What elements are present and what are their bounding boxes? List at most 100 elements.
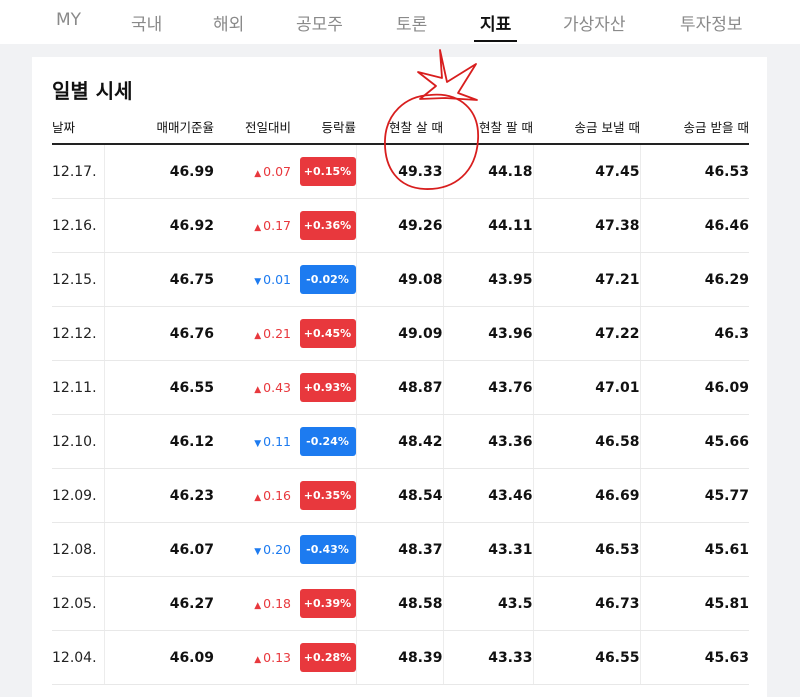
cell-base-rate: 46.27 [103, 576, 214, 631]
col-header-rate: 등락률 [291, 113, 356, 145]
cell-receive: 46.46 [639, 198, 749, 253]
tab-indicators-label: 지표 [480, 15, 512, 35]
cell-base-rate: 46.76 [103, 306, 214, 361]
cell-date: 12.16. [52, 198, 104, 253]
cell-change: ▲ 0.21 [214, 306, 291, 361]
change-value: 0.20 [263, 542, 291, 557]
tab-crypto[interactable]: 가상자산 [563, 10, 626, 35]
cell-cash-sell: 43.46 [442, 468, 533, 523]
cell-change: ▼ 0.20 [214, 522, 291, 577]
cell-cash-buy: 48.87 [355, 360, 443, 415]
cell-base-rate: 46.12 [103, 414, 214, 469]
tab-ipo[interactable]: 공모주 [296, 10, 343, 35]
cell-cash-buy: 49.33 [355, 144, 443, 199]
cell-cash-buy: 48.54 [355, 468, 443, 523]
change-value: 0.17 [263, 218, 291, 233]
rate-badge: +0.36% [299, 211, 356, 240]
cell-cash-buy: 49.08 [355, 252, 443, 307]
cell-date: 12.15. [52, 252, 104, 307]
col-header-change: 전일대비 [214, 113, 291, 145]
cell-send: 47.22 [532, 306, 640, 361]
cell-receive: 45.81 [639, 576, 749, 631]
cell-change: ▲ 0.18 [214, 576, 291, 631]
cell-rate: +0.45% [291, 306, 356, 361]
cell-base-rate: 46.23 [103, 468, 214, 523]
cell-send: 46.55 [532, 630, 640, 685]
change-value: 0.43 [263, 380, 291, 395]
triangle-down-icon: ▼ [254, 547, 262, 557]
cell-cash-buy: 48.39 [355, 630, 443, 685]
cell-base-rate: 46.09 [103, 630, 214, 685]
cell-send: 47.21 [532, 252, 640, 307]
cell-cash-sell: 44.11 [442, 198, 533, 253]
active-tab-underline [474, 40, 518, 42]
rate-badge: +0.35% [299, 481, 356, 510]
cell-cash-sell: 44.18 [442, 144, 533, 199]
table-row: 12.09. 46.23 ▲ 0.16 +0.35% 48.54 43.46 46.69 45.… [52, 468, 749, 523]
tab-domestic[interactable]: 국내 [131, 10, 162, 35]
table-row: 12.08. 46.07 ▼ 0.20 -0.43% 48.37 43.31 46.53 45.… [52, 522, 749, 577]
cell-change: ▲ 0.13 [214, 630, 291, 685]
col-header-cash-sell: 현찰 팔 때 [443, 113, 533, 145]
daily-quotes-table: 날짜 매매기준율 전일대비 등락률 현찰 살 때 현찰 팔 때 송금 보낼 때 … [52, 113, 749, 685]
cell-base-rate: 46.55 [103, 360, 214, 415]
cell-rate: +0.35% [291, 468, 356, 523]
cell-cash-sell: 43.31 [442, 522, 533, 577]
cell-receive: 45.63 [639, 630, 749, 685]
rate-badge: +0.39% [299, 589, 356, 618]
change-value: 0.07 [263, 164, 291, 179]
cell-send: 47.45 [532, 144, 640, 199]
cell-rate: +0.36% [291, 198, 356, 253]
table-row: 12.17. 46.99 ▲ 0.07 +0.15% 49.33 44.18 47.45 46.… [52, 144, 749, 199]
change-value: 0.13 [263, 650, 291, 665]
triangle-up-icon: ▲ [254, 385, 262, 395]
triangle-up-icon: ▲ [254, 223, 262, 233]
cell-receive: 46.3 [639, 306, 749, 361]
cell-date: 12.10. [52, 414, 104, 469]
change-value: 0.21 [263, 326, 291, 341]
cell-rate: +0.15% [291, 144, 356, 199]
col-header-base-rate: 매매기준율 [104, 113, 214, 145]
tab-discussion[interactable]: 토론 [396, 10, 427, 35]
cell-send: 46.58 [532, 414, 640, 469]
rate-badge: +0.15% [299, 157, 356, 186]
change-value: 0.01 [263, 272, 291, 287]
cell-cash-sell: 43.33 [442, 630, 533, 685]
triangle-down-icon: ▼ [254, 439, 262, 449]
rate-badge: +0.45% [299, 319, 356, 348]
top-navigation: MY 국내 해외 공모주 토론 지표 가상자산 투자정보 [0, 0, 800, 44]
tab-my[interactable]: MY [56, 10, 81, 30]
cell-change: ▲ 0.17 [214, 198, 291, 253]
cell-receive: 46.29 [639, 252, 749, 307]
tab-indicators[interactable]: 지표 [474, 10, 518, 42]
cell-date: 12.04. [52, 630, 104, 685]
section-title: 일별 시세 [52, 79, 133, 103]
cell-cash-sell: 43.5 [442, 576, 533, 631]
triangle-up-icon: ▲ [254, 493, 262, 503]
tab-investment-info[interactable]: 투자정보 [680, 10, 743, 35]
cell-rate: -0.43% [291, 522, 356, 577]
cell-receive: 46.53 [639, 144, 749, 199]
cell-send: 47.01 [532, 360, 640, 415]
col-header-cash-buy: 현찰 살 때 [356, 113, 443, 145]
triangle-up-icon: ▲ [254, 601, 262, 611]
cell-cash-buy: 48.58 [355, 576, 443, 631]
rate-badge: +0.28% [299, 643, 356, 672]
cell-receive: 45.77 [639, 468, 749, 523]
cell-cash-buy: 48.42 [355, 414, 443, 469]
triangle-up-icon: ▲ [254, 169, 262, 179]
cell-rate: +0.28% [291, 630, 356, 685]
cell-change: ▲ 0.07 [214, 144, 291, 199]
col-header-date: 날짜 [52, 113, 104, 145]
cell-send: 47.38 [532, 198, 640, 253]
tab-overseas[interactable]: 해외 [213, 10, 244, 35]
cell-date: 12.17. [52, 144, 104, 199]
cell-change: ▲ 0.16 [214, 468, 291, 523]
cell-change: ▲ 0.43 [214, 360, 291, 415]
triangle-up-icon: ▲ [254, 655, 262, 665]
rate-badge: +0.93% [299, 373, 356, 402]
cell-send: 46.73 [532, 576, 640, 631]
cell-rate: +0.39% [291, 576, 356, 631]
table-row: 12.16. 46.92 ▲ 0.17 +0.36% 49.26 44.11 47.38 46.… [52, 198, 749, 253]
cell-receive: 45.61 [639, 522, 749, 577]
